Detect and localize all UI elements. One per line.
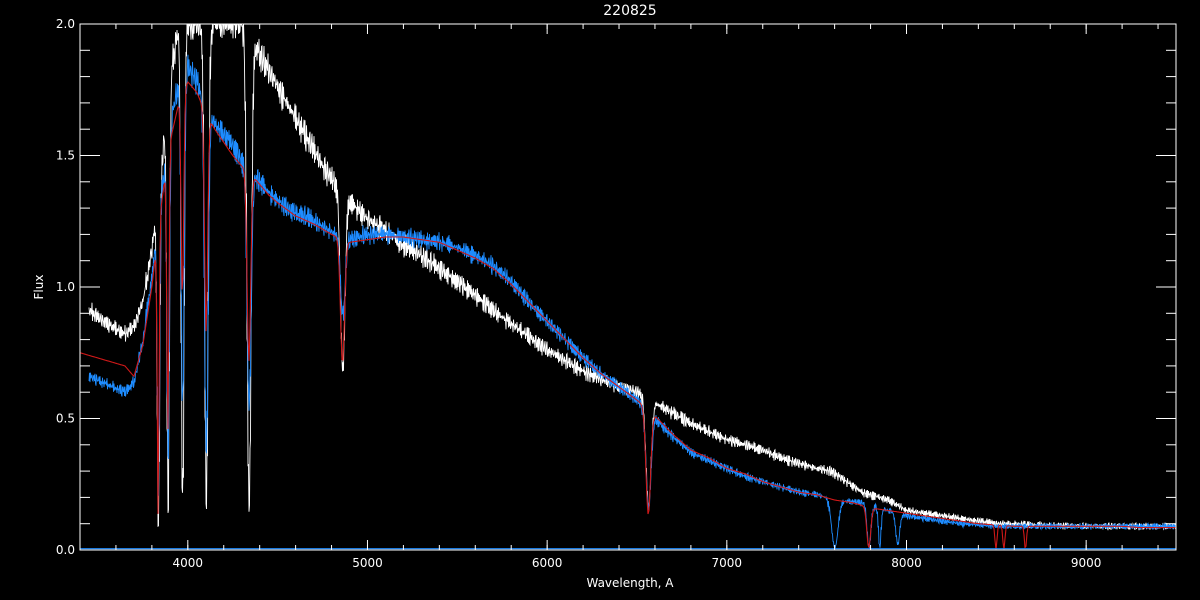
x-tick-label: 4000: [173, 556, 204, 570]
x-tick-label: 8000: [891, 556, 922, 570]
y-tick-label: 2.0: [56, 17, 75, 31]
y-tick-label: 0.0: [56, 543, 75, 557]
x-tick-label: 9000: [1071, 556, 1102, 570]
x-tick-label: 7000: [712, 556, 743, 570]
spectrum-plot: 4000 5000 6000 7000 8000 9000 0.0 0.5 1.0 1.5 2.0 …: [0, 0, 1200, 600]
chart-title: 220825: [603, 3, 656, 19]
x-tick-label: 6000: [532, 556, 563, 570]
y-axis-label: Flux: [32, 275, 46, 300]
y-tick-label: 1.5: [56, 149, 75, 163]
y-tick-label: 0.5: [56, 412, 75, 426]
x-axis-label: Wavelength, A: [586, 576, 674, 590]
x-tick-label: 5000: [352, 556, 383, 570]
y-tick-label: 1.0: [56, 280, 75, 294]
chart-svg: 4000 5000 6000 7000 8000 90000.00.51.01.52.0 …: [0, 0, 1200, 600]
